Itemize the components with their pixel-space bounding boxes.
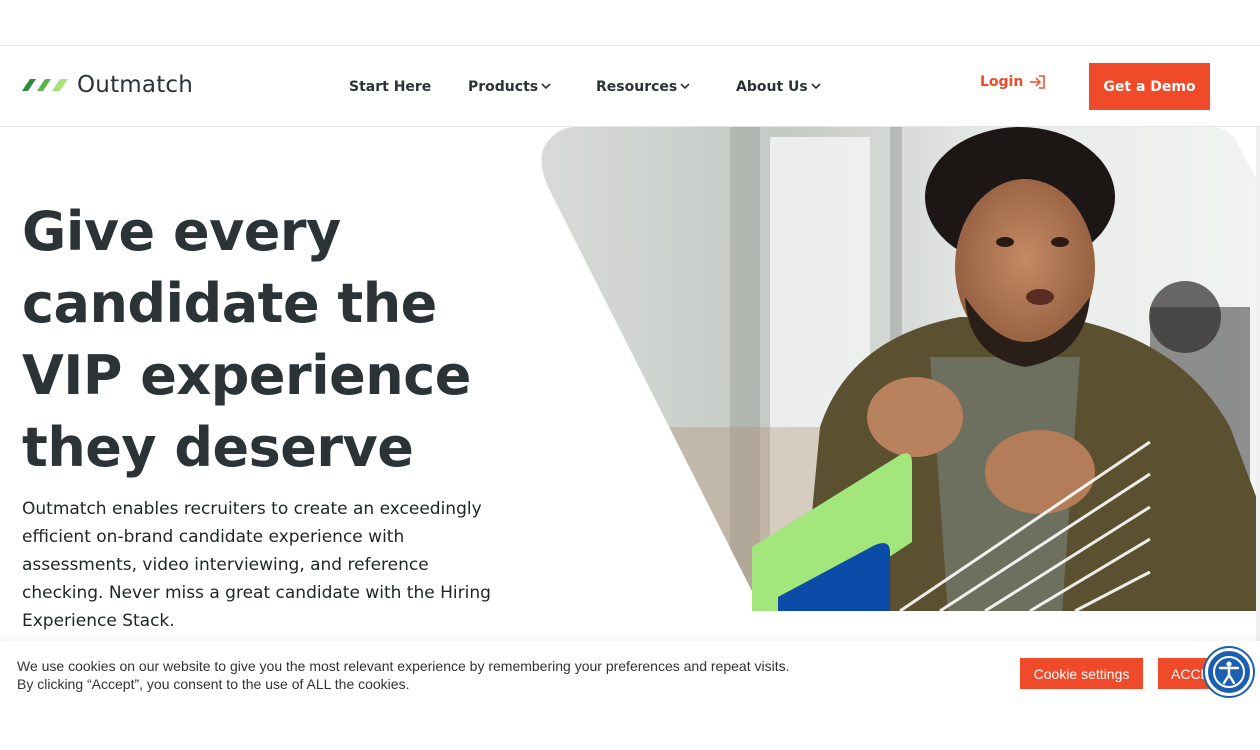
nav-about-us[interactable]: About Us bbox=[736, 76, 821, 98]
headline-line: candidate the bbox=[22, 272, 437, 335]
logo-text: Outmatch bbox=[77, 72, 194, 98]
hero-subtext: Outmatch enables recruiters to create an… bbox=[22, 499, 491, 631]
hero-headline: Give every candidate the VIP experience … bbox=[22, 196, 522, 484]
login-label: Login bbox=[980, 74, 1024, 90]
cookie-text: We use cookies on our website to give yo… bbox=[17, 657, 897, 693]
headline-line: they deserve bbox=[22, 416, 414, 479]
nav-resources[interactable]: Resources bbox=[596, 76, 690, 98]
nav-start-here[interactable]: Start Here bbox=[349, 76, 431, 98]
logo-mark-icon bbox=[22, 79, 68, 91]
chevron-down-icon bbox=[680, 82, 690, 93]
cookie-banner: We use cookies on our website to give yo… bbox=[0, 641, 1260, 750]
logo[interactable]: Outmatch bbox=[22, 72, 193, 98]
cookie-settings-button[interactable]: Cookie settings bbox=[1020, 658, 1143, 689]
nav-label: About Us bbox=[736, 79, 808, 95]
site-header: Outmatch Start Here Products Resources A… bbox=[0, 46, 1260, 127]
login-link[interactable]: Login bbox=[980, 74, 1046, 90]
get-a-demo-button[interactable]: Get a Demo bbox=[1089, 63, 1210, 110]
cookie-text-line: We use cookies on our website to give yo… bbox=[17, 658, 790, 674]
headline-line: Give every bbox=[22, 200, 341, 263]
top-strip bbox=[0, 0, 1260, 46]
cookie-text-line: By clicking “Accept”, you consent to the… bbox=[17, 676, 410, 692]
accessibility-icon bbox=[1213, 656, 1245, 688]
nav-label: Start Here bbox=[349, 79, 432, 95]
chevron-down-icon bbox=[811, 82, 821, 93]
accessibility-button[interactable] bbox=[1205, 648, 1253, 696]
headline-line: VIP experience bbox=[22, 344, 471, 407]
nav-label: Products bbox=[468, 79, 539, 95]
scrollbar[interactable] bbox=[1256, 127, 1260, 641]
nav-label: Resources bbox=[596, 79, 678, 95]
nav-products[interactable]: Products bbox=[468, 76, 551, 98]
login-arrow-icon bbox=[1030, 75, 1046, 89]
chevron-down-icon bbox=[541, 82, 551, 93]
